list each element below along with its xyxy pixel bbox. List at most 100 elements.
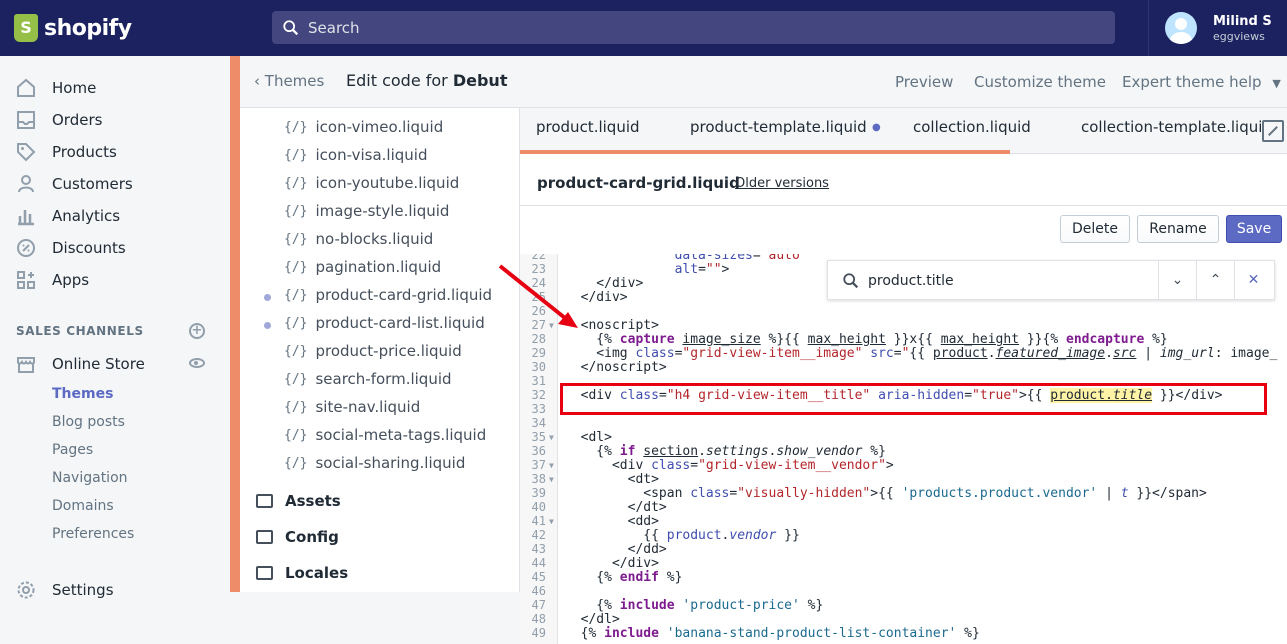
liquid-file-icon: {/} xyxy=(284,175,308,191)
sidebar-item-discounts[interactable]: Discounts xyxy=(0,232,230,264)
sidebar-item-label: Home xyxy=(52,79,97,97)
find-next-button[interactable]: ⌄ xyxy=(1158,261,1196,299)
close-icon: ✕ xyxy=(1247,272,1260,288)
find-previous-button[interactable]: ⌃ xyxy=(1196,261,1234,299)
rename-button[interactable]: Rename xyxy=(1137,215,1219,243)
code-line: <dt> xyxy=(565,472,659,487)
fold-toggle-icon[interactable]: ▼ xyxy=(549,517,554,526)
tab-product-template-liquid[interactable]: product-template.liquid xyxy=(690,118,867,136)
caret-down-icon: ▼ xyxy=(1272,77,1281,90)
current-file-name: product-card-grid.liquid xyxy=(537,174,740,192)
line-number: 48 xyxy=(531,612,546,626)
file-item[interactable]: {/} search-form.liquid xyxy=(284,370,452,388)
liquid-file-icon: {/} xyxy=(284,203,308,219)
find-input[interactable]: product.title xyxy=(868,273,954,289)
file-item[interactable]: {/} site-nav.liquid xyxy=(284,398,420,416)
delete-button[interactable]: Delete xyxy=(1060,215,1130,243)
sidebar-subitem-domains[interactable]: Domains xyxy=(52,498,114,514)
modified-dot-icon xyxy=(264,294,271,301)
shopify-logo[interactable]: shopify xyxy=(14,12,132,44)
code-line: <dl> xyxy=(565,430,612,445)
line-number: 41 xyxy=(531,514,546,528)
file-item[interactable]: {/} social-meta-tags.liquid xyxy=(284,426,486,444)
line-number: 38 xyxy=(531,472,546,486)
file-item[interactable]: {/} social-sharing.liquid xyxy=(284,454,465,472)
tab-collection-template-liquid[interactable]: collection-template.liquid xyxy=(1081,118,1272,136)
tab-collection-liquid[interactable]: collection.liquid xyxy=(913,118,1031,136)
file-item[interactable]: {/} no-blocks.liquid xyxy=(284,230,433,248)
tag-icon xyxy=(16,142,36,162)
expand-icon[interactable] xyxy=(1262,120,1284,142)
sidebar-item-analytics[interactable]: Analytics xyxy=(0,200,230,232)
view-store-eye-icon[interactable] xyxy=(189,358,205,368)
file-item[interactable]: {/} product-card-grid.liquid xyxy=(284,286,492,304)
back-to-themes-link[interactable]: ‹ Themes xyxy=(254,72,324,90)
folder-name: Config xyxy=(285,528,339,546)
sidebar-item-settings[interactable]: Settings xyxy=(0,574,230,606)
file-item[interactable]: {/} pagination.liquid xyxy=(284,258,441,276)
fold-toggle-icon[interactable]: ▼ xyxy=(549,433,554,442)
chevron-down-icon: ⌄ xyxy=(1171,272,1184,288)
editor-tabs: product.liquid product-template.liquid ●… xyxy=(520,108,1287,154)
folder-name: Assets xyxy=(285,492,341,510)
file-item[interactable]: {/} icon-visa.liquid xyxy=(284,146,427,164)
file-name: product-price.liquid xyxy=(315,342,462,360)
file-name: icon-visa.liquid xyxy=(315,146,428,164)
older-versions-link[interactable]: Older versions xyxy=(735,176,829,191)
sidebar-item-orders[interactable]: Orders xyxy=(0,104,230,136)
find-bar: product.title ⌄ ⌃ ✕ xyxy=(827,260,1275,300)
sidebar-subitem-navigation[interactable]: Navigation xyxy=(52,470,128,486)
customize-theme-link[interactable]: Customize theme xyxy=(974,73,1106,91)
sidebar-item-home[interactable]: Home xyxy=(0,72,230,104)
search-input[interactable]: Search xyxy=(272,11,1115,44)
code-line: </dt> xyxy=(565,500,667,515)
chevron-up-icon: ⌃ xyxy=(1209,272,1222,288)
folder-assets[interactable]: Assets xyxy=(256,492,341,510)
shopify-bag-icon xyxy=(14,14,38,42)
code-line: {% if section.settings.show_vendor %} xyxy=(565,444,886,459)
code-line: <span class="visually-hidden">{{ 'produc… xyxy=(565,486,1207,501)
code-line: <div class="grid-view-item__vendor"> xyxy=(565,458,894,473)
fold-toggle-icon[interactable]: ▼ xyxy=(549,461,554,470)
sidebar-subitem-themes[interactable]: Themes xyxy=(52,386,113,402)
file-item[interactable]: {/} product-card-list.liquid xyxy=(284,314,485,332)
code-line: {% endif %} xyxy=(565,570,683,585)
sidebar-subitem-blog-posts[interactable]: Blog posts xyxy=(52,414,125,430)
folder-icon xyxy=(256,530,273,544)
add-sales-channel-icon[interactable]: + xyxy=(189,323,205,339)
preview-link[interactable]: Preview xyxy=(895,73,953,91)
close-find-button[interactable]: ✕ xyxy=(1234,261,1272,299)
liquid-file-icon: {/} xyxy=(284,259,308,275)
file-item[interactable]: {/} icon-vimeo.liquid xyxy=(284,118,443,136)
fold-toggle-icon[interactable]: ▼ xyxy=(549,475,554,484)
line-number: 29 xyxy=(531,346,546,360)
line-number: 40 xyxy=(531,500,546,514)
sidebar-subitem-preferences[interactable]: Preferences xyxy=(52,526,134,542)
code-line: {% include 'banana-stand-product-list-co… xyxy=(565,626,980,641)
liquid-file-icon: {/} xyxy=(284,231,308,247)
expert-help-dropdown[interactable]: Expert theme help ▼ xyxy=(1122,73,1281,91)
folder-config[interactable]: Config xyxy=(256,528,339,546)
sidebar-subitem-pages[interactable]: Pages xyxy=(52,442,93,458)
modified-dot-icon xyxy=(264,322,271,329)
file-item[interactable]: {/} icon-youtube.liquid xyxy=(284,174,459,192)
sales-channels-heading: SALES CHANNELS xyxy=(16,324,144,338)
file-item[interactable]: {/} image-style.liquid xyxy=(284,202,449,220)
liquid-file-icon: {/} xyxy=(284,371,308,387)
main-panel: ‹ Themes Edit code for Debut Preview Cus… xyxy=(240,56,1287,644)
user-menu[interactable]: Milind S eggviews xyxy=(1148,0,1287,56)
apps-icon xyxy=(16,270,36,290)
code-area[interactable]: 222324252627▼2829303132333435▼3637▼38▼39… xyxy=(520,254,1287,644)
sidebar-item-products[interactable]: Products xyxy=(0,136,230,168)
line-number: 35 xyxy=(531,430,546,444)
line-number: 31 xyxy=(531,374,546,388)
folder-locales[interactable]: Locales xyxy=(256,564,348,582)
tab-product-liquid[interactable]: product.liquid xyxy=(536,118,640,136)
save-button[interactable]: Save xyxy=(1226,215,1282,243)
code-line: </noscript> xyxy=(565,360,667,375)
user-name: Milind S xyxy=(1213,13,1272,29)
file-item[interactable]: {/} product-price.liquid xyxy=(284,342,462,360)
sidebar-item-customers[interactable]: Customers xyxy=(0,168,230,200)
file-name: social-sharing.liquid xyxy=(315,454,466,472)
sidebar-item-apps[interactable]: Apps xyxy=(0,264,230,296)
